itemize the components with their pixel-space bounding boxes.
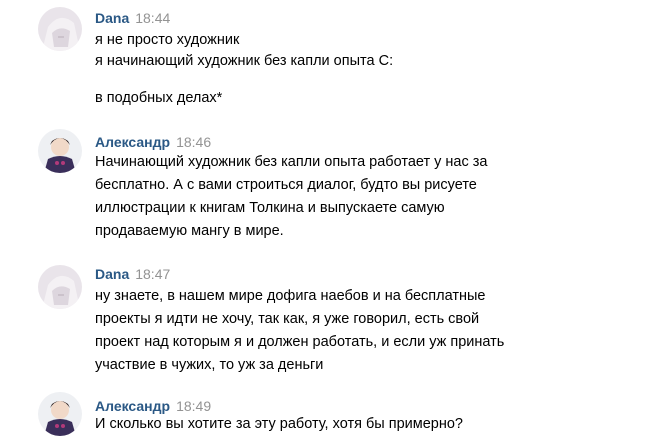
message-text-line: проекты я идти не хочу, так как, я уже г… (95, 311, 480, 327)
message-text-line: проект над которым я и должен работать, … (95, 334, 505, 350)
avatar-dana-image (38, 265, 82, 309)
message-text-line: я не просто художник (95, 32, 240, 48)
message-header: Александр 18:49 (95, 398, 211, 414)
author-name[interactable]: Dana (95, 10, 129, 26)
message-time[interactable]: 18:46 (176, 134, 211, 150)
message-time[interactable]: 18:49 (176, 398, 211, 414)
message-header: Dana 18:47 (95, 266, 170, 282)
message-text-line: продаваемую мангу в мире. (95, 223, 284, 239)
message-text-line: И сколько вы хотите за эту работу, хотя … (95, 416, 463, 432)
message-text-line: Начинающий художник без капли опыта рабо… (95, 154, 488, 170)
author-name[interactable]: Александр (95, 134, 170, 150)
avatar-aleksandr[interactable] (38, 129, 82, 173)
message-time[interactable]: 18:47 (135, 266, 170, 282)
message-text-line: участвие в чужих, то уж за деньги (95, 357, 324, 373)
message-text-line: в подобных делах* (95, 90, 223, 106)
avatar-dana[interactable] (38, 265, 82, 309)
avatar-dana[interactable] (38, 7, 82, 51)
avatar-aleksandr[interactable] (38, 392, 82, 436)
message-time[interactable]: 18:44 (135, 10, 170, 26)
avatar-dana-image (38, 7, 82, 51)
author-name[interactable]: Александр (95, 398, 170, 414)
avatar-aleksandr-image (38, 392, 82, 436)
message-text-line: ну знаете, в нашем мире дофига наебов и … (95, 288, 486, 304)
message-text-line: иллюстрации к книгам Толкина и выпускает… (95, 200, 445, 216)
message-header: Dana 18:44 (95, 10, 170, 26)
message-text-line: бесплатно. А с вами строиться диалог, бу… (95, 177, 477, 193)
message-header: Александр 18:46 (95, 134, 211, 150)
avatar-aleksandr-image (38, 129, 82, 173)
message-text-line: я начинающий художник без капли опыта С: (95, 53, 394, 69)
author-name[interactable]: Dana (95, 266, 129, 282)
